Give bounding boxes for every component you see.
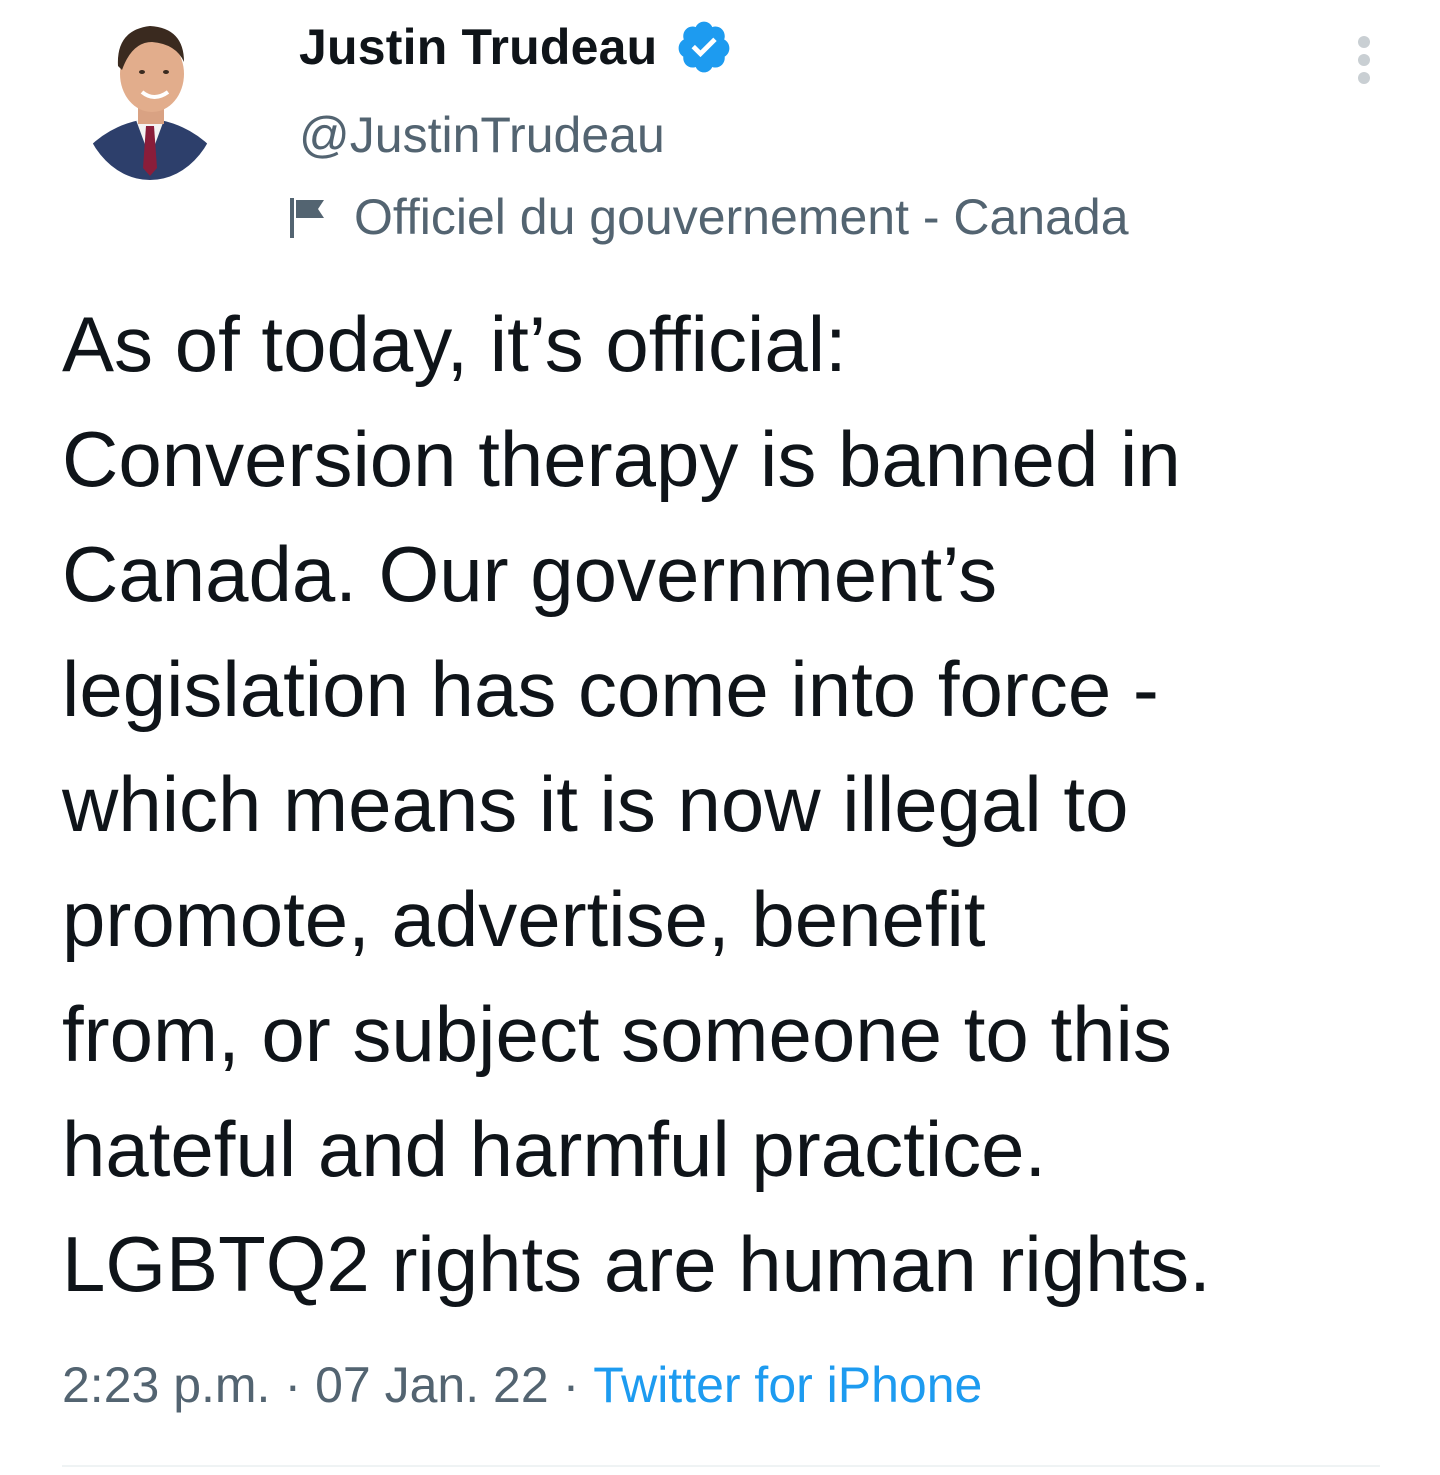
government-flag-icon xyxy=(284,192,334,242)
tweet-line: from, or subject someone to this xyxy=(62,990,1172,1078)
avatar[interactable] xyxy=(80,8,220,180)
tweet-line: Conversion therapy is banned in xyxy=(62,415,1181,503)
profile-photo xyxy=(80,8,220,180)
tweet-line: which means it is now illegal to xyxy=(62,760,1129,848)
tweet-time[interactable]: 2:23 p.m. xyxy=(62,1357,270,1413)
author-name[interactable]: Justin Trudeau xyxy=(299,12,657,82)
tweet-line: Canada. Our government’s xyxy=(62,530,998,618)
meta-separator: · xyxy=(562,1357,580,1413)
author-header: Justin Trudeau xyxy=(299,12,733,82)
tweet-source-link[interactable]: Twitter for iPhone xyxy=(593,1357,982,1413)
tweet-line: LGBTQ2 rights are human rights. xyxy=(62,1220,1211,1308)
tweet-line: legislation has come into force - xyxy=(62,645,1159,733)
tweet-meta: 2:23 p.m. · 07 Jan. 22 · Twitter for iPhone xyxy=(62,1352,982,1418)
tweet-line: As of today, it’s official: xyxy=(62,300,847,388)
tweet-line: promote, advertise, benefit xyxy=(62,875,986,963)
more-vertical-icon[interactable] xyxy=(1340,30,1388,90)
tweet-line: hateful and harmful practice. xyxy=(62,1105,1047,1193)
meta-separator: · xyxy=(284,1357,302,1413)
account-label: Officiel du gouvernement - Canada xyxy=(284,184,1129,250)
author-handle[interactable]: @JustinTrudeau xyxy=(299,103,665,167)
tweet-date[interactable]: 07 Jan. 22 xyxy=(315,1357,549,1413)
tweet-text: As of today, it’s official: Conversion t… xyxy=(62,287,1402,1322)
government-label[interactable]: Officiel du gouvernement - Canada xyxy=(354,185,1129,249)
verified-badge-icon xyxy=(675,18,733,76)
divider xyxy=(62,1465,1380,1467)
